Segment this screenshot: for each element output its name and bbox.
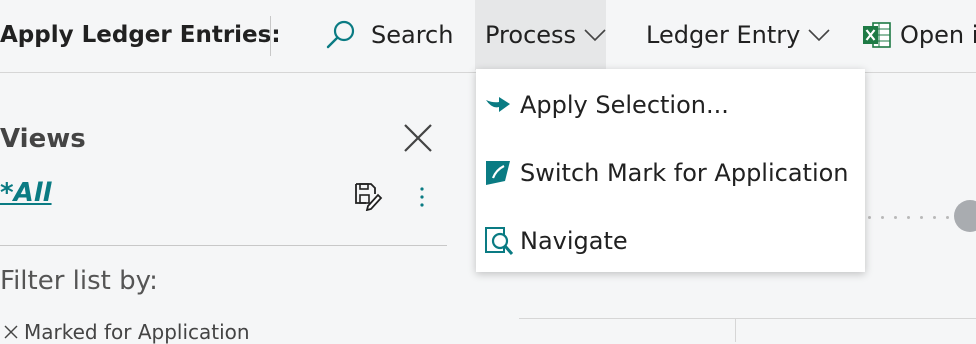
search-label: Search bbox=[371, 21, 454, 49]
close-icon bbox=[402, 124, 434, 158]
menu-item-apply-selection[interactable]: Apply Selection... bbox=[476, 73, 865, 137]
search-icon bbox=[325, 19, 357, 51]
action-bar: Apply Ledger Entries: Search Process Led… bbox=[0, 0, 976, 73]
filter-chip[interactable]: Marked for Application bbox=[4, 320, 250, 344]
filter-list-label: Filter list by: bbox=[0, 266, 158, 296]
close-views-button[interactable] bbox=[402, 122, 434, 158]
views-heading: Views bbox=[0, 124, 86, 154]
ledger-entry-label: Ledger Entry bbox=[646, 21, 801, 49]
title-divider bbox=[270, 16, 271, 56]
open-in-excel-button[interactable]: Open in bbox=[862, 0, 976, 70]
save-view-button[interactable] bbox=[353, 181, 383, 215]
remove-filter-icon[interactable] bbox=[4, 325, 18, 339]
column-separator bbox=[735, 318, 736, 342]
more-options-button[interactable] bbox=[419, 186, 425, 212]
search-button[interactable]: Search bbox=[325, 0, 453, 70]
current-view-link[interactable]: *All bbox=[0, 178, 52, 208]
mark-flag-icon bbox=[484, 159, 512, 187]
apply-arrow-icon bbox=[484, 93, 512, 117]
process-dropdown-menu: Apply Selection... Switch Mark for Appli… bbox=[476, 69, 865, 272]
list-header-line bbox=[519, 318, 976, 319]
process-label: Process bbox=[485, 21, 577, 49]
dotted-track bbox=[868, 216, 949, 219]
menu-item-label: Switch Mark for Application bbox=[520, 159, 849, 187]
navigate-icon bbox=[484, 226, 514, 256]
menu-item-label: Navigate bbox=[520, 227, 628, 255]
ledger-entry-menu-button[interactable]: Ledger Entry bbox=[646, 0, 830, 70]
menu-item-navigate[interactable]: Navigate bbox=[476, 209, 865, 273]
open-in-label: Open in bbox=[900, 21, 976, 49]
more-vertical-icon bbox=[419, 187, 425, 212]
save-edit-icon bbox=[353, 183, 383, 215]
process-menu-button[interactable]: Process bbox=[475, 0, 606, 70]
pane-divider bbox=[0, 245, 447, 246]
menu-item-switch-mark[interactable]: Switch Mark for Application bbox=[476, 141, 865, 205]
chevron-down-icon bbox=[808, 28, 830, 42]
filter-chip-label: Marked for Application bbox=[24, 320, 250, 344]
chevron-down-icon bbox=[584, 28, 606, 42]
excel-icon bbox=[862, 20, 892, 50]
slider-handle[interactable] bbox=[954, 200, 976, 232]
page-title: Apply Ledger Entries: bbox=[0, 22, 281, 48]
menu-item-label: Apply Selection... bbox=[520, 91, 729, 119]
